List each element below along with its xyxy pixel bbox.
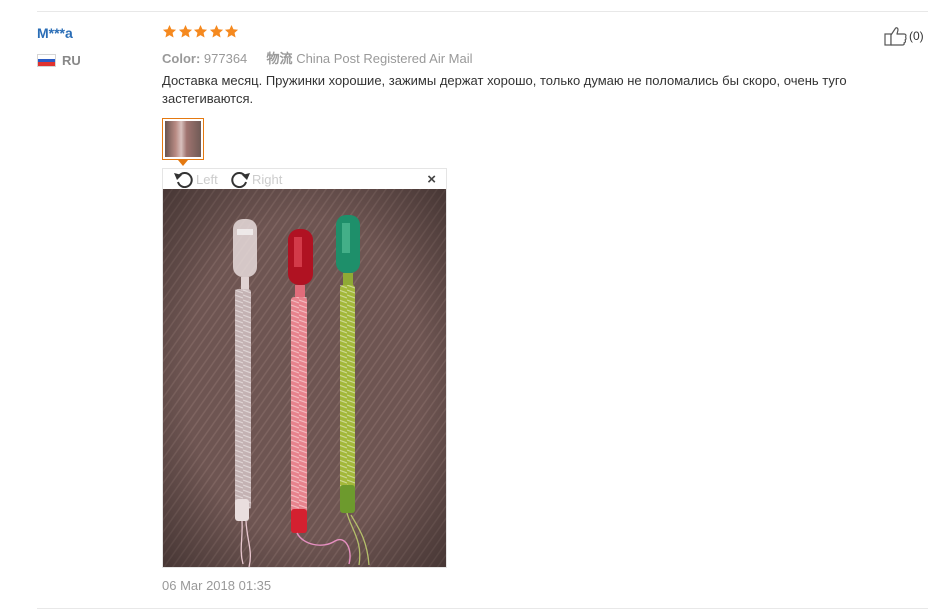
star-icon	[162, 24, 177, 38]
reviewer-country: RU	[37, 53, 81, 68]
rotate-right-label: Right	[252, 171, 283, 187]
review-date: 06 Mar 2018 01:35	[162, 578, 272, 593]
helpful-count: (0)	[909, 29, 924, 43]
star-icon	[193, 24, 208, 38]
shipping-value: China Post Registered Air Mail	[296, 51, 473, 66]
rotate-left-icon	[174, 172, 193, 188]
reviewer-name: M***a	[37, 25, 73, 41]
star-icon	[224, 24, 239, 38]
rotate-left-button[interactable]: Left	[173, 170, 218, 188]
rating-stars	[162, 24, 240, 39]
close-icon[interactable]: ×	[427, 171, 436, 188]
star-icon	[178, 24, 192, 38]
review-photo	[163, 189, 446, 567]
review-photo-thumbnail[interactable]	[162, 118, 204, 160]
photo-viewer: Left Right ×	[162, 168, 447, 568]
rotate-right-icon	[231, 172, 250, 188]
review-text: Доставка месяц. Пружинки хорошие, зажимы…	[162, 73, 847, 106]
rotate-left-label: Left	[196, 171, 218, 187]
review-meta: Color: 977364 物流 China Post Registered A…	[162, 48, 473, 67]
review-bottom-divider	[37, 608, 928, 609]
color-key: Color:	[162, 51, 201, 66]
viewer-toolbar: Left Right ×	[163, 169, 446, 189]
thumbs-up-icon[interactable]	[884, 26, 908, 46]
shipping-key: 物流	[266, 51, 293, 66]
rotate-right-button[interactable]: Right	[229, 170, 282, 188]
thumbnail-pointer	[178, 160, 188, 166]
country-code: RU	[62, 53, 81, 68]
thumbnail-image	[165, 121, 201, 157]
review-top-divider	[37, 11, 928, 12]
helpful-button[interactable]: (0)	[884, 26, 924, 46]
russia-flag-icon	[37, 54, 56, 67]
star-icon	[209, 24, 223, 38]
color-value: 977364	[203, 51, 248, 66]
